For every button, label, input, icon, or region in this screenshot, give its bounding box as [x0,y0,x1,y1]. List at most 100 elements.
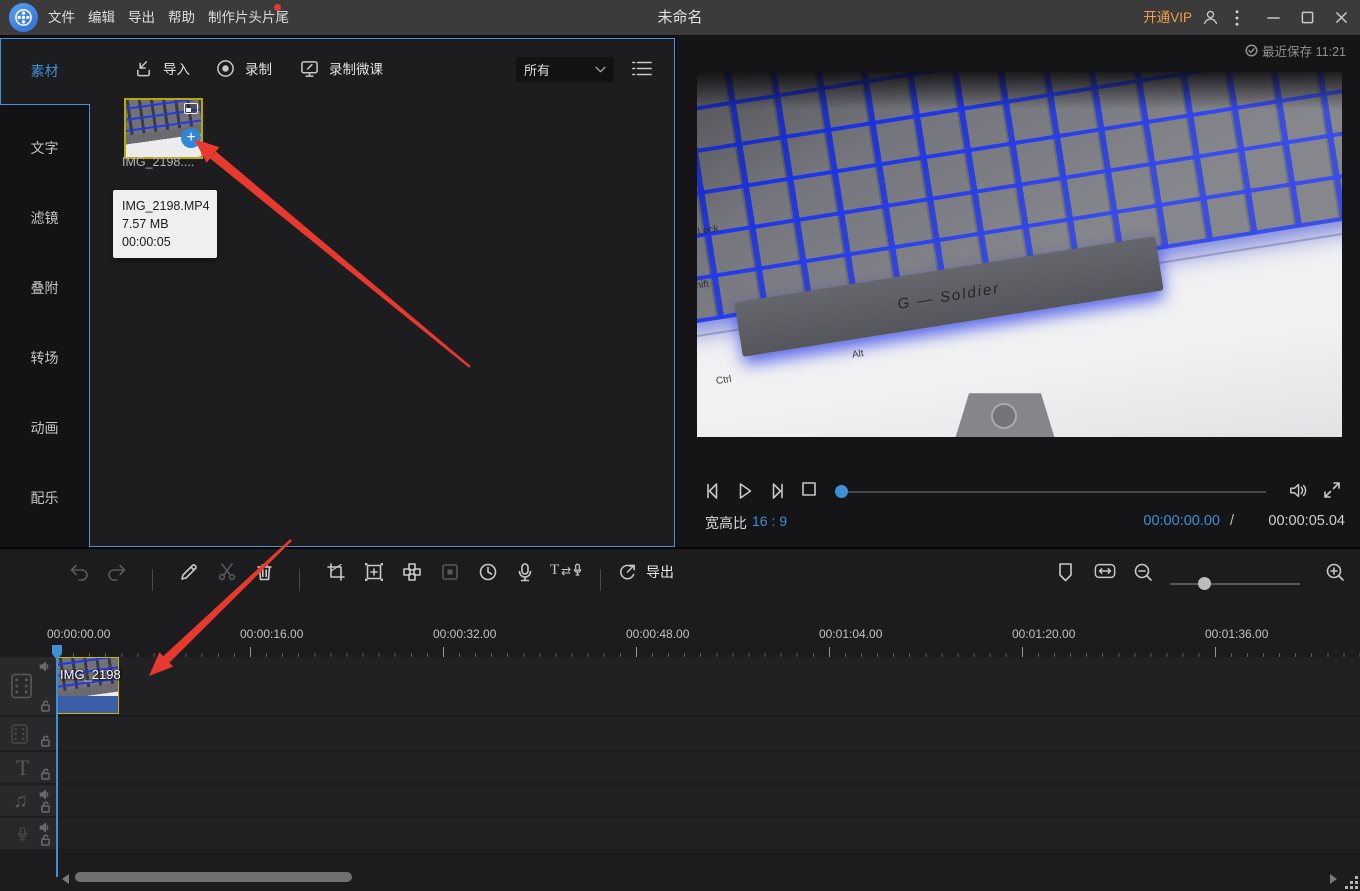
preview-info-row: 宽高比 16 : 9 00:00:00.00 / 00:00:05.04 [677,513,1360,541]
sidebar-item-filters[interactable]: 滤镜 [0,204,89,232]
chevron-down-icon [595,66,606,73]
marker-icon[interactable] [1057,562,1074,583]
redo-icon[interactable] [106,562,128,582]
import-icon [134,59,153,78]
lock-icon[interactable] [40,700,51,712]
voiceover-track[interactable] [0,818,1360,849]
lock-icon[interactable] [40,801,51,813]
music-track-header: ♫ [0,785,57,816]
timeline-export-button[interactable]: 导出 [618,562,674,582]
sidebar-item-animation[interactable]: 动画 [0,414,89,442]
resize-grip[interactable] [1344,875,1359,890]
timeline-zoom-slider[interactable] [1170,583,1300,585]
media-filter-value: 所有 [524,60,550,79]
zoom-frame-icon[interactable] [364,562,384,582]
duration-icon[interactable] [478,562,498,582]
sidebar-item-transitions[interactable]: 转场 [0,344,89,372]
ruler-label: 00:00:00.00 [47,627,110,641]
ruler-label: 00:01:20.00 [1012,627,1075,641]
check-circle-icon [1245,44,1258,57]
zoom-out-icon[interactable] [1133,562,1153,582]
export-label: 导出 [646,562,674,582]
current-timecode: 00:00:00.00 [1143,513,1220,529]
previous-frame-button[interactable] [703,481,723,501]
sidebar-item-music[interactable]: 配乐 [0,484,89,512]
video-track-icon [10,673,33,700]
edit-icon[interactable] [179,562,199,582]
video-track[interactable] [0,657,1360,715]
last-saved-text: 最近保存 11:21 [1262,41,1346,60]
minimize-button[interactable] [1258,0,1288,35]
photo-keyboard-stand [955,393,1055,437]
music-track-icon: ♫ [13,791,28,811]
play-button[interactable] [735,481,755,501]
preview-panel: 最近保存 11:21 Esc Tab Caps Lock Shift G — S… [677,35,1360,547]
record-button[interactable]: 录制 [216,58,272,78]
timeline-clip[interactable]: IMG_2198 [57,657,119,714]
stop-button[interactable] [801,481,817,497]
lock-icon[interactable] [40,735,51,747]
scroll-right-arrow[interactable] [1330,874,1337,884]
text-track-icon: T [16,757,29,779]
text-track-header: T [0,752,57,783]
fit-timeline-icon[interactable] [1094,562,1116,580]
photo-brand-text: G — Soldier [896,280,1001,313]
timeline-zoom-handle[interactable] [1198,577,1211,590]
titlebar: 文件 编辑 导出 帮助 制作片头片尾 未命名 开通VIP [0,0,1360,35]
timeline-ruler[interactable]: 00:00:00.00 00:00:16.00 00:00:32.00 00:0… [0,617,1360,660]
import-label: 导入 [163,58,190,78]
sidebar-item-overlays[interactable]: 叠附 [0,274,89,302]
last-saved-indicator: 最近保存 11:21 [1245,41,1346,60]
horizontal-scrollbar[interactable] [75,872,352,882]
cut-icon[interactable] [217,562,237,582]
sidebar-item-text[interactable]: 文字 [0,134,89,162]
media-filter-dropdown[interactable]: 所有 [516,57,614,82]
more-menu-icon[interactable] [1222,0,1252,35]
fullscreen-icon[interactable] [1323,481,1341,499]
undo-icon[interactable] [68,562,90,582]
sidebar-item-media[interactable]: 素材 [0,38,89,104]
clip-label: IMG_2198 [60,667,126,682]
account-icon[interactable] [1195,0,1225,35]
voiceover-icon[interactable] [516,562,534,583]
crop-icon[interactable] [326,562,346,582]
preview-popup-icon[interactable] [184,103,198,114]
voiceover-track-header [0,818,57,849]
mute-icon[interactable] [39,822,51,833]
record-screen-button[interactable]: 录制微课 [300,58,383,78]
media-item-tooltip: IMG_2198.MP4 7.57 MB 00:00:05 [113,190,217,258]
next-frame-button[interactable] [767,481,787,501]
aspect-ratio-value[interactable]: 16 : 9 [752,513,787,529]
video-preview: Esc Tab Caps Lock Shift G — Soldier Ctrl… [697,72,1342,437]
maximize-button[interactable] [1292,0,1322,35]
preview-progress-handle[interactable] [835,485,848,498]
volume-icon[interactable] [1289,481,1309,500]
lock-icon[interactable] [40,834,51,846]
tooltip-duration: 00:00:05 [122,233,208,251]
mute-icon[interactable] [39,661,51,672]
import-button[interactable]: 导入 [134,58,190,78]
zoom-in-icon[interactable] [1325,562,1345,582]
close-button[interactable] [1326,0,1356,35]
preview-progress-bar[interactable] [842,491,1266,493]
aspect-ratio-label: 宽高比 [705,513,747,533]
voiceover-track-icon [16,825,29,842]
overlay-track[interactable] [0,717,1360,750]
music-track[interactable]: ♫ [0,785,1360,816]
video-track-header [0,657,57,715]
delete-icon[interactable] [255,562,274,582]
add-to-timeline-button[interactable]: + [181,128,201,148]
freeze-frame-icon[interactable] [440,562,460,582]
lock-icon[interactable] [40,768,51,780]
media-panel [0,38,675,547]
overlay-track-header [0,717,57,750]
vip-button[interactable]: 开通VIP [1143,0,1192,35]
text-to-speech-icon[interactable]: T ⇄ [550,562,582,579]
text-track[interactable]: T [0,752,1360,783]
mosaic-icon[interactable] [402,562,422,582]
tooltip-filesize: 7.57 MB [122,215,208,233]
scroll-left-arrow[interactable] [62,874,69,884]
timecode-separator: / [1230,513,1234,529]
mute-icon[interactable] [39,789,51,800]
list-view-icon[interactable] [631,60,653,77]
